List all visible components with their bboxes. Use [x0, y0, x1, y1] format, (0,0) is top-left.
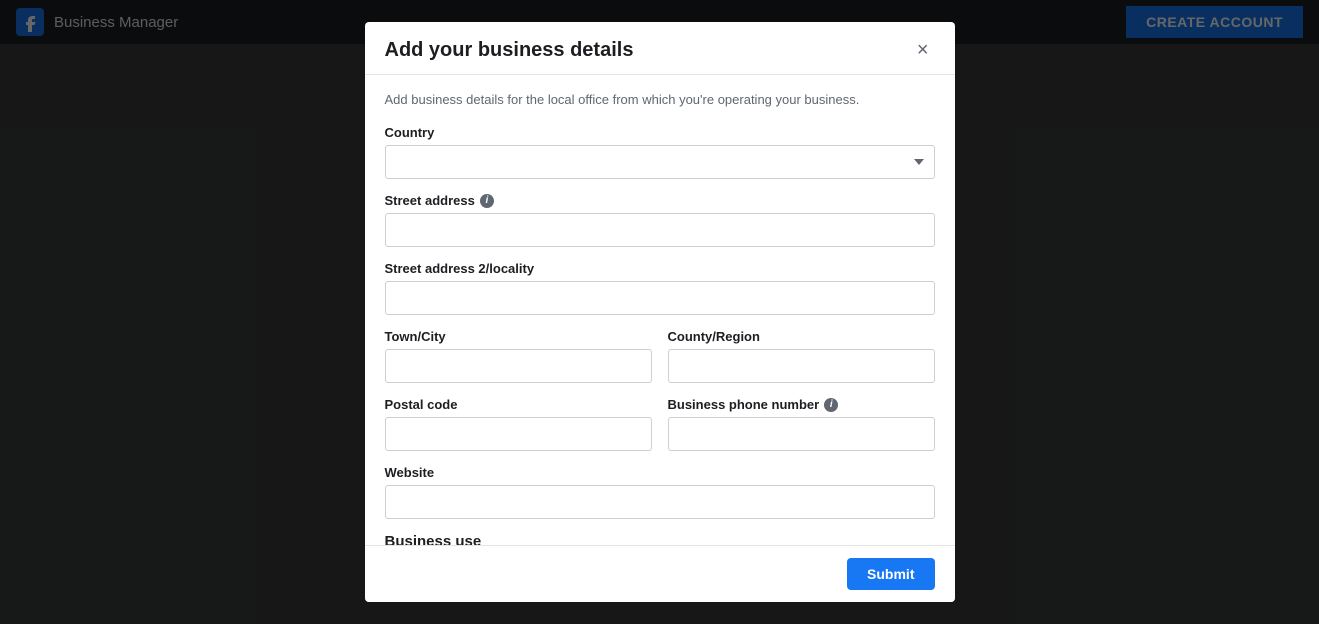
country-field-group: Country United States United Kingdom Can… [385, 125, 935, 179]
postal-code-field-group: Postal code [385, 397, 652, 451]
business-details-modal: Add your business details × Add business… [365, 22, 955, 602]
business-phone-field-group: Business phone number i [668, 397, 935, 451]
street-address2-field-group: Street address 2/locality [385, 261, 935, 315]
street-address2-label: Street address 2/locality [385, 261, 935, 276]
postal-code-label: Postal code [385, 397, 652, 412]
modal-title: Add your business details [385, 39, 634, 62]
street-address-field-group: Street address i [385, 193, 935, 247]
business-use-title: Business use [385, 533, 935, 545]
street-address-label: Street address i [385, 193, 935, 208]
county-region-input[interactable] [668, 349, 935, 383]
country-label: Country [385, 125, 935, 140]
website-label: Website [385, 465, 935, 480]
modal-body: Add business details for the local offic… [365, 75, 955, 545]
town-county-row: Town/City County/Region [385, 329, 935, 397]
business-phone-input[interactable] [668, 417, 935, 451]
town-city-field-group: Town/City [385, 329, 652, 383]
street-address-info-icon: i [480, 194, 494, 208]
county-region-label: County/Region [668, 329, 935, 344]
submit-button[interactable]: Submit [847, 558, 934, 590]
modal-subtitle: Add business details for the local offic… [385, 91, 935, 109]
modal-header: Add your business details × [365, 22, 955, 75]
street-address2-input[interactable] [385, 281, 935, 315]
modal-footer: Submit [365, 545, 955, 602]
postal-code-input[interactable] [385, 417, 652, 451]
town-city-input[interactable] [385, 349, 652, 383]
country-select[interactable]: United States United Kingdom Canada Aust… [385, 145, 935, 179]
postal-phone-row: Postal code Business phone number i [385, 397, 935, 465]
modal-body-wrapper: Add business details for the local offic… [365, 75, 955, 545]
town-city-label: Town/City [385, 329, 652, 344]
business-phone-label: Business phone number i [668, 397, 935, 412]
modal-close-button[interactable]: × [911, 38, 935, 62]
business-use-section: Business use This account primarily uses… [385, 533, 935, 545]
business-phone-info-icon: i [824, 398, 838, 412]
county-region-field-group: County/Region [668, 329, 935, 383]
street-address-input[interactable] [385, 213, 935, 247]
website-field-group: Website [385, 465, 935, 519]
website-input[interactable] [385, 485, 935, 519]
